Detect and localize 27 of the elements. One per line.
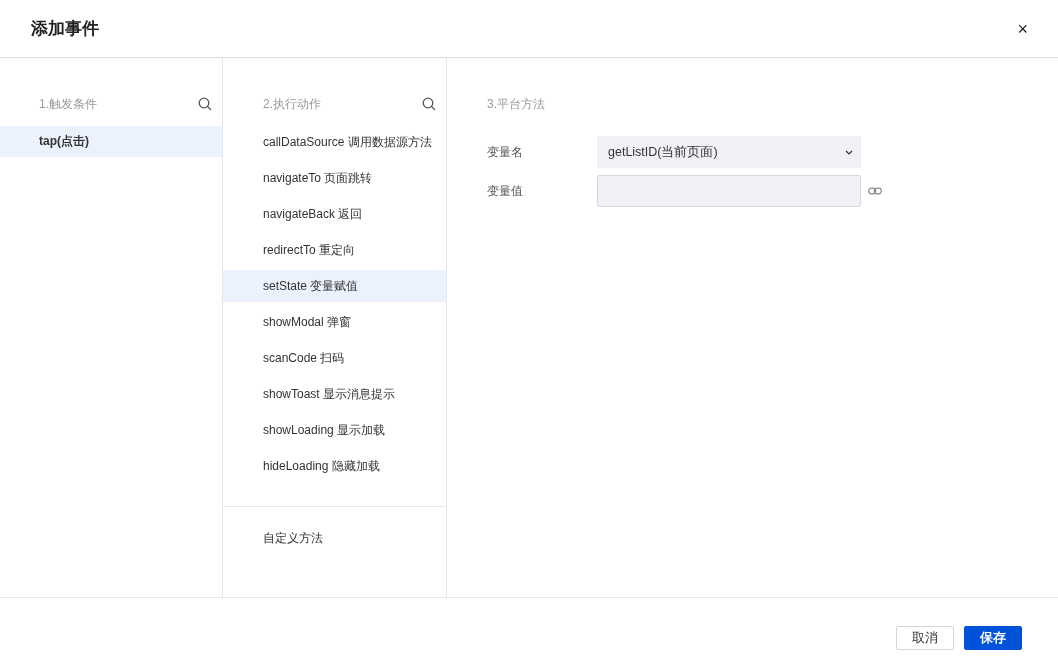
column-heading: 1.触发条件	[39, 95, 97, 113]
field-label: 变量名	[487, 143, 524, 161]
chevron-down-icon	[845, 149, 853, 155]
cancel-button[interactable]: 取消	[896, 626, 954, 650]
save-button[interactable]: 保存	[964, 626, 1022, 650]
search-icon[interactable]	[422, 97, 436, 111]
column-heading: 3.平台方法	[487, 96, 546, 113]
close-button[interactable]: ×	[1017, 19, 1028, 38]
field-label: 变量值	[487, 182, 524, 200]
list-item[interactable]: navigateBack 返回	[223, 198, 446, 230]
list-item[interactable]: scanCode 扫码	[223, 342, 446, 374]
link-icon[interactable]	[868, 187, 882, 195]
input-field[interactable]	[597, 175, 861, 207]
list-item[interactable]: setState 变量赋值	[223, 270, 446, 302]
list-item[interactable]: showModal 弹窗	[223, 306, 446, 338]
dialog-title: 添加事件	[31, 18, 99, 40]
list-item[interactable]: callDataSource 调用数据源方法	[223, 126, 446, 158]
column-heading: 2.执行动作	[263, 95, 321, 113]
list-item[interactable]: tap(点击)	[0, 126, 222, 157]
dropdown-field[interactable]: getListID(当前页面)	[597, 136, 861, 168]
search-icon[interactable]	[198, 97, 212, 111]
list-item[interactable]: showToast 显示消息提示	[223, 378, 446, 410]
list-item[interactable]: redirectTo 重定向	[223, 234, 446, 266]
list-item[interactable]: 自定义方法	[223, 522, 446, 554]
list-item[interactable]: navigateTo 页面跳转	[223, 162, 446, 194]
list-item[interactable]: showLoading 显示加载	[223, 414, 446, 446]
list-item[interactable]: hideLoading 隐藏加载	[223, 450, 446, 482]
